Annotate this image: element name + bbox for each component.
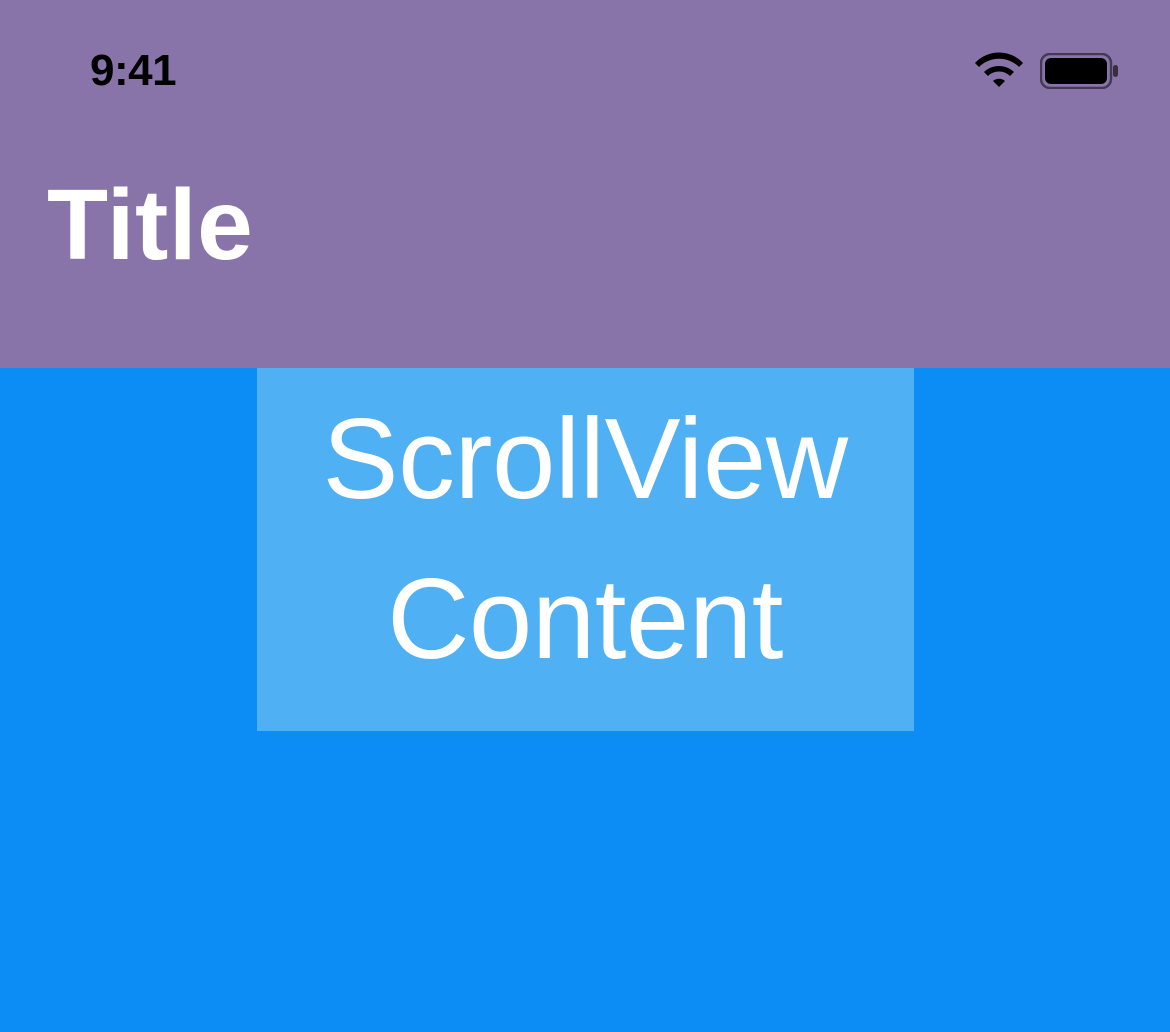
page-title: Title	[0, 100, 1170, 283]
wifi-icon	[974, 51, 1024, 91]
status-time: 9:41	[90, 46, 176, 96]
battery-icon	[1040, 53, 1120, 89]
content-text-line1: ScrollView	[257, 380, 914, 540]
content-text-line2: Content	[257, 540, 914, 700]
status-indicators	[974, 51, 1120, 91]
status-bar: 9:41	[0, 0, 1170, 100]
scroll-view[interactable]: ScrollView Content	[0, 368, 1170, 731]
navigation-header: 9:41 Title	[0, 0, 1170, 368]
scroll-view-content: ScrollView Content	[257, 368, 914, 731]
